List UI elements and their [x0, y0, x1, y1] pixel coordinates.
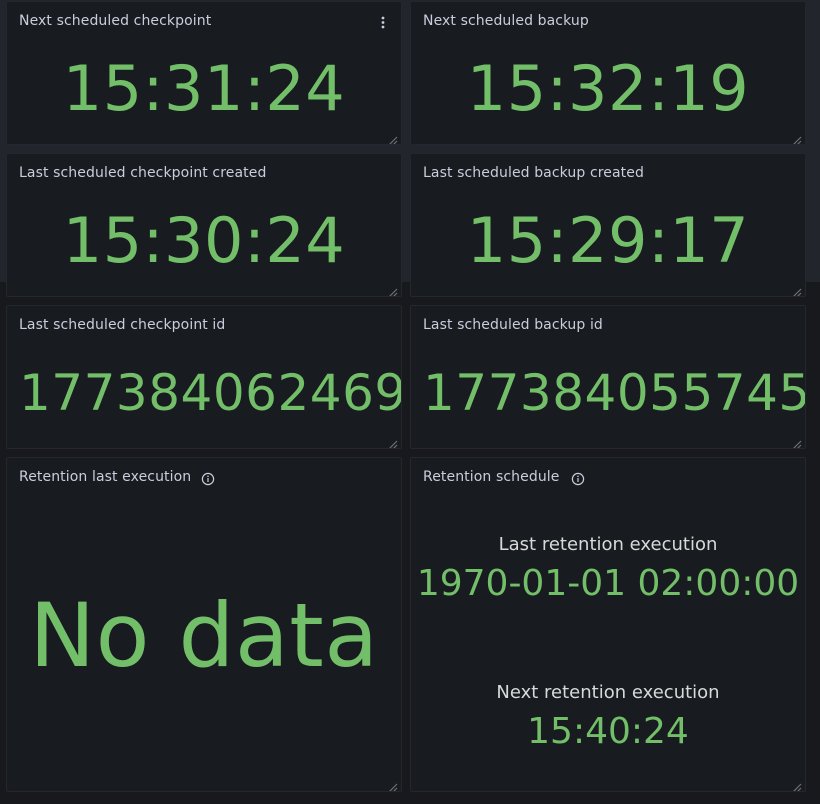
- stat-value: 15:30:24: [62, 204, 346, 277]
- resize-handle-icon[interactable]: [792, 435, 802, 448]
- stat-value: 15:31:24: [62, 52, 346, 125]
- resize-handle-icon[interactable]: [792, 283, 802, 296]
- panel-retention-last-execution[interactable]: Retention last execution No data: [6, 457, 402, 792]
- panel-title: Next scheduled checkpoint: [19, 13, 212, 29]
- resize-handle-icon[interactable]: [388, 778, 398, 791]
- info-circle-icon[interactable]: [201, 471, 215, 486]
- next-retention-value: 15:40:24: [527, 711, 689, 752]
- panel-last-backup-created[interactable]: Last scheduled backup created 15:29:17: [410, 153, 806, 297]
- next-retention-label: Next retention execution: [496, 682, 720, 703]
- panel-last-checkpoint-created[interactable]: Last scheduled checkpoint created 15:30:…: [6, 153, 402, 297]
- panel-title: Retention schedule: [423, 469, 560, 485]
- panel-next-backup[interactable]: Next scheduled backup 15:32:19: [410, 1, 806, 145]
- panel-title: Last scheduled checkpoint created: [19, 165, 267, 181]
- more-vertical-icon[interactable]: [375, 13, 391, 31]
- panel-title: Retention last execution: [19, 469, 192, 485]
- resize-handle-icon[interactable]: [792, 131, 802, 144]
- no-data-value: No data: [29, 584, 379, 687]
- stat-value: 15:32:19: [466, 52, 750, 125]
- last-retention-value: 1970-01-01 02:00:00: [416, 563, 800, 604]
- stat-value: 15:29:17: [466, 204, 750, 277]
- panel-title: Last scheduled backup id: [423, 317, 603, 333]
- panel-last-checkpoint-id[interactable]: Last scheduled checkpoint id 17738406246…: [6, 305, 402, 449]
- resize-handle-icon[interactable]: [388, 131, 398, 144]
- panel-title: Next scheduled backup: [423, 13, 589, 29]
- resize-handle-icon[interactable]: [388, 283, 398, 296]
- panel-next-checkpoint[interactable]: Next scheduled checkpoint 15:31:24: [6, 1, 402, 145]
- panel-title: Last scheduled checkpoint id: [19, 317, 226, 333]
- resize-handle-icon[interactable]: [792, 778, 802, 791]
- resize-handle-icon[interactable]: [388, 435, 398, 448]
- stat-value: 1773840557456: [423, 364, 806, 422]
- info-circle-icon[interactable]: [571, 471, 585, 486]
- panel-last-backup-id[interactable]: Last scheduled backup id 1773840557456: [410, 305, 806, 449]
- last-retention-label: Last retention execution: [498, 534, 718, 555]
- stat-value: 1773840624690: [19, 364, 402, 422]
- panel-retention-schedule[interactable]: Retention schedule Last retention execut…: [410, 457, 806, 792]
- panel-title: Last scheduled backup created: [423, 165, 644, 181]
